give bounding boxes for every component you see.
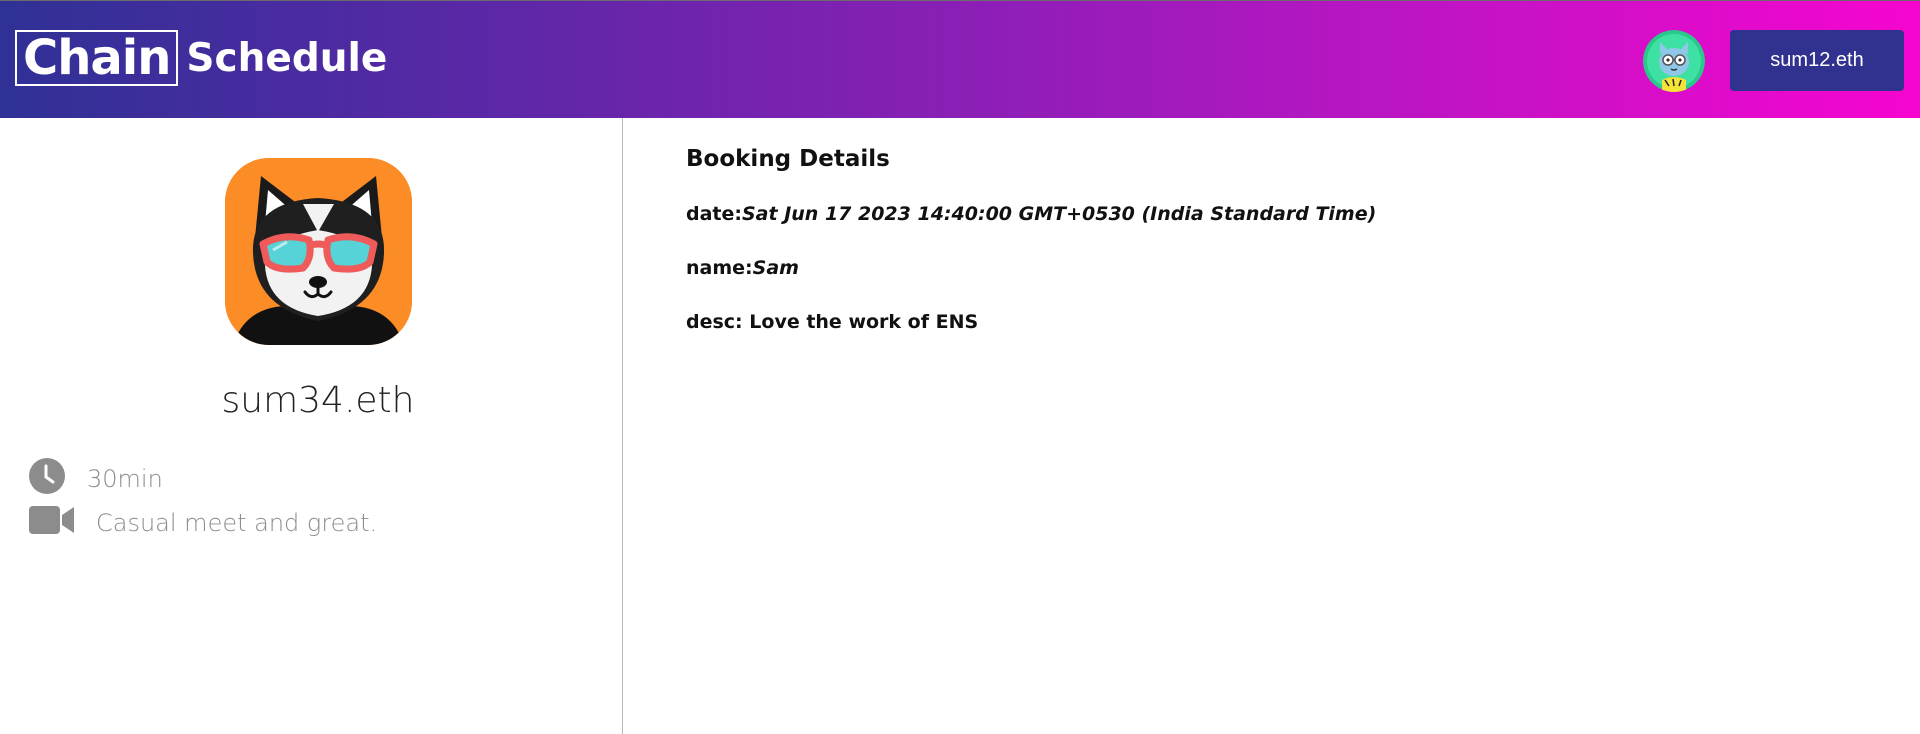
- booking-details-title: Booking Details: [686, 146, 890, 172]
- booking-name: name:Sam: [686, 257, 799, 279]
- brand-logo-schedule: Schedule: [186, 35, 388, 81]
- booking-desc-label: desc:: [686, 311, 750, 333]
- booking-date: date:Sat Jun 17 2023 14:40:00 GMT+0530 (…: [686, 203, 1376, 225]
- panel-divider: [622, 118, 623, 734]
- brand-logo[interactable]: Chain Schedule: [15, 30, 387, 86]
- duration-row: 30min: [29, 458, 163, 499]
- cat-avatar-icon[interactable]: [1643, 30, 1705, 92]
- booking-desc-value: Love the work of ENS: [749, 311, 979, 333]
- host-name: sum34.eth: [221, 380, 415, 421]
- video-camera-icon: [29, 504, 75, 541]
- clock-icon: [29, 458, 65, 499]
- brand-logo-chain: Chain: [15, 30, 179, 86]
- booking-name-label: name:: [686, 257, 753, 279]
- booking-name-value: Sam: [752, 257, 799, 279]
- booking-date-value: Sat Jun 17 2023 14:40:00 GMT+0530 (India…: [742, 203, 1377, 225]
- husky-sunglasses-avatar-icon: [225, 158, 412, 345]
- top-navbar: Chain Schedule sum12.eth: [0, 0, 1920, 118]
- booking-desc: desc: Love the work of ENS: [686, 311, 978, 333]
- duration-text: 30min: [87, 464, 163, 493]
- booking-date-label: date:: [686, 203, 742, 225]
- account-button[interactable]: sum12.eth: [1730, 30, 1904, 91]
- event-description-text: Casual meet and great.: [96, 508, 378, 537]
- booking-details-section: Booking Details: [686, 146, 890, 172]
- event-description-row: Casual meet and great.: [29, 504, 377, 541]
